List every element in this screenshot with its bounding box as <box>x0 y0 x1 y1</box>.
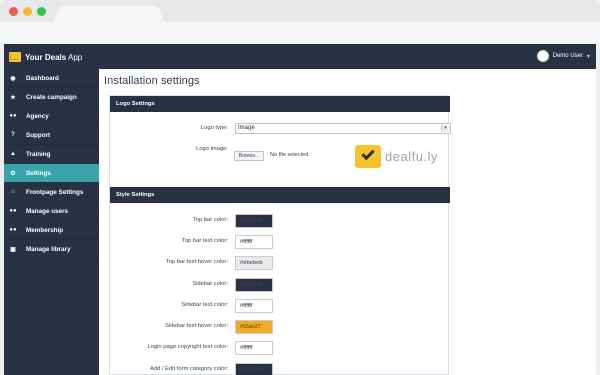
sidebar-item-support[interactable]: ? Support <box>4 126 99 145</box>
form-category-color-input[interactable]: #283244 <box>235 363 273 375</box>
sidebar-item-label: Dashboard <box>26 74 59 82</box>
graduation-cap-icon: ▲ <box>10 151 16 157</box>
sidebar-item-create-campaign[interactable]: ★ Create campaign <box>4 88 99 107</box>
logo-wordmark: dealfu.ly <box>385 148 438 164</box>
sidebar-item-label: Manage users <box>26 207 68 215</box>
star-icon: ★ <box>10 94 16 101</box>
user-menu[interactable]: Demo User ▾ <box>536 50 590 62</box>
dashboard-icon: ◉ <box>10 75 16 82</box>
users-icon: ●● <box>9 113 17 119</box>
main-content: Installation settings Logo Settings Logo… <box>99 69 596 375</box>
browser-window: Your Deals App Demo User ▾ ◉ Dashboard ★… <box>0 0 600 375</box>
browse-button[interactable]: Browse... <box>234 151 264 161</box>
maximize-window-icon[interactable] <box>37 7 46 16</box>
form-category-color-label: Add / Edit form category color: <box>150 366 228 372</box>
page-title: Installation settings <box>104 75 200 87</box>
app-window: Your Deals App Demo User ▾ ◉ Dashboard ★… <box>4 44 596 375</box>
sidebar-item-frontpage-settings[interactable]: ⌂ Frontpage Settings <box>4 183 99 202</box>
sidebar-item-agency[interactable]: ●● Agency <box>4 107 99 126</box>
style-settings-header: Style Settings <box>110 187 450 203</box>
sidebar: ◉ Dashboard ★ Create campaign ●● Agency … <box>4 69 99 375</box>
top-bar-color-input[interactable]: #283244 <box>235 214 273 228</box>
logo-settings-header: Logo Settings <box>110 96 450 112</box>
top-bar: Your Deals App Demo User ▾ <box>4 44 596 69</box>
top-bar-text-color-label: Top bar text color: <box>181 238 228 244</box>
settings-panel: Logo Settings Logo type: Image ▾ Logo im… <box>109 95 451 375</box>
sidebar-item-label: Agency <box>26 112 49 120</box>
minimize-window-icon[interactable] <box>23 7 32 16</box>
user-name: Demo User <box>552 53 583 59</box>
top-bar-text-hover-color-label: Top bar text hover color: <box>165 259 228 265</box>
brand[interactable]: Your Deals App <box>9 50 82 64</box>
users-icon: ●● <box>9 227 17 233</box>
file-status: No file selected. <box>270 152 310 158</box>
sidebar-item-manage-library[interactable]: ▣ Manage library <box>4 240 99 259</box>
sidebar-item-label: Manage library <box>26 245 71 253</box>
close-window-icon[interactable] <box>9 7 18 16</box>
logo-preview: dealfu.ly <box>355 143 451 169</box>
home-icon: ⌂ <box>11 189 15 195</box>
top-bar-text-color-input[interactable]: #ffffff <box>235 235 273 249</box>
avatar <box>536 50 549 62</box>
sidebar-item-manage-users[interactable]: ●● Manage users <box>4 202 99 221</box>
sidebar-item-label: Settings <box>26 169 51 177</box>
checkmark-logo-icon <box>355 144 381 168</box>
sidebar-item-settings[interactable]: ⚙ Settings <box>4 164 99 183</box>
logo-type-select[interactable]: Image ▾ <box>235 123 451 134</box>
top-bar-text-hover-color-input[interactable]: #ebebeb <box>235 256 273 270</box>
sidebar-item-label: Membership <box>26 226 64 234</box>
sidebar-item-label: Create campaign <box>26 93 77 101</box>
login-copyright-color-label: Login page copyright text color: <box>147 344 228 350</box>
question-circle-icon: ? <box>11 132 15 138</box>
image-icon: ▣ <box>10 246 16 253</box>
users-icon: ●● <box>9 208 17 214</box>
sidebar-text-color-label: Sidebar text color: <box>181 302 228 308</box>
logo-image-label: Logo image: <box>196 146 228 152</box>
logo-type-value: Image <box>238 125 255 131</box>
login-copyright-color-input[interactable]: #ffffff <box>235 341 273 355</box>
chevron-down-icon: ▾ <box>586 53 590 60</box>
sidebar-item-label: Support <box>26 131 51 139</box>
sidebar-text-hover-color-label: Sidebar text hover color: <box>165 323 228 329</box>
sidebar-color-label: Sidebar color: <box>192 281 228 287</box>
sidebar-text-color-input[interactable]: #ffffff <box>235 299 273 313</box>
sidebar-item-label: Training <box>26 150 51 158</box>
top-bar-color-label: Top bar color: <box>192 217 228 223</box>
brand-text: Your Deals App <box>25 52 83 62</box>
sidebar-item-dashboard[interactable]: ◉ Dashboard <box>4 69 99 88</box>
sidebar-item-membership[interactable]: ●● Membership <box>4 221 99 240</box>
sidebar-color-input[interactable]: #283244 <box>235 278 273 292</box>
chevron-down-icon: ▾ <box>441 125 449 132</box>
logo-type-label: Logo type: <box>200 125 228 131</box>
gears-icon: ⚙ <box>10 170 16 177</box>
sidebar-item-label: Frontpage Settings <box>26 188 84 196</box>
sidebar-text-hover-color-input[interactable]: #f2ab27 <box>235 320 273 334</box>
folder-icon <box>9 52 21 62</box>
sidebar-item-training[interactable]: ▲ Training <box>4 145 99 164</box>
browser-tab[interactable] <box>54 6 164 22</box>
browser-address-strip <box>0 22 600 44</box>
browser-title-bar <box>0 0 600 44</box>
